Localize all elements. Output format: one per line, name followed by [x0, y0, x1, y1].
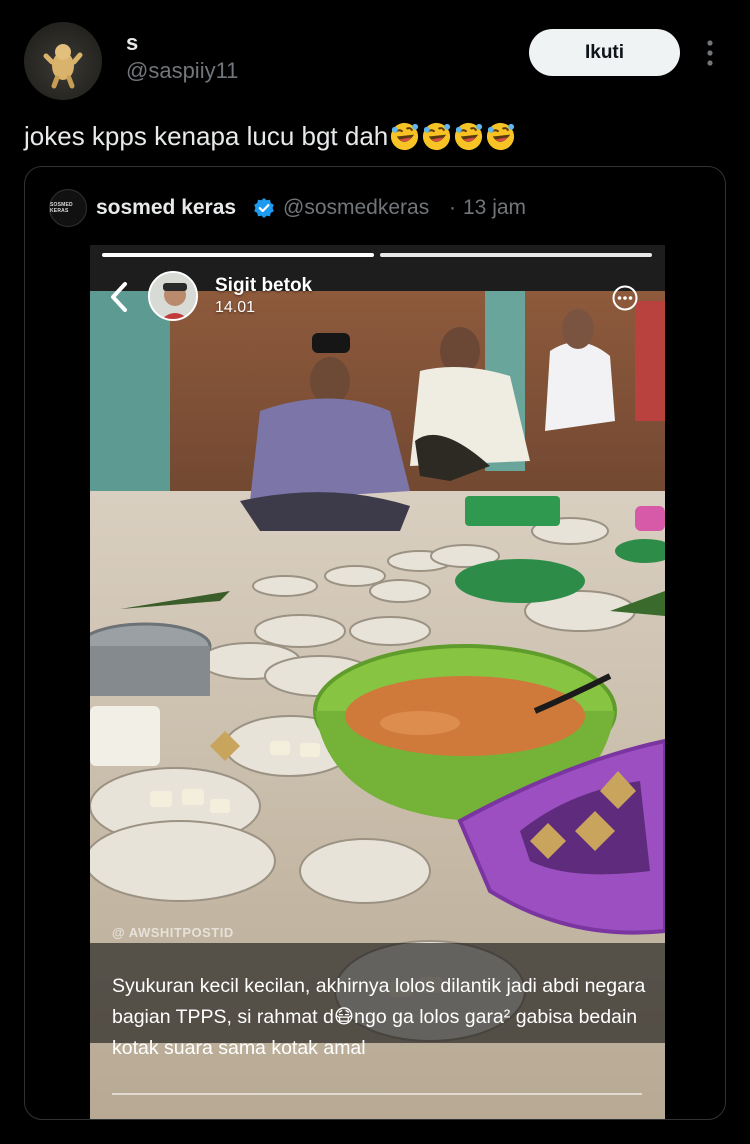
story-bottom-divider — [112, 1093, 642, 1095]
emoji-row — [389, 121, 517, 152]
back-arrow-icon[interactable] — [108, 281, 130, 313]
separator-dot: · — [449, 196, 456, 219]
follow-button[interactable]: Ikuti — [529, 29, 680, 76]
avatar-figure-icon — [43, 44, 83, 89]
quoted-timestamp[interactable]: 13 jam — [463, 196, 526, 220]
rolling-laughing-emoji-icon — [423, 122, 451, 150]
quoted-tweet-card[interactable]: SOSMED KERAS sosmed keras @sosmedkeras ·… — [24, 166, 726, 1120]
story-image[interactable]: Sigit betok 14.01 @ AWSHITPOSTID Syukura… — [90, 245, 665, 1119]
story-user-avatar[interactable] — [148, 271, 198, 321]
tweet-header: s @saspiiy11 Ikuti — [0, 0, 750, 110]
story-progress-segment-1 — [102, 253, 374, 257]
author-name[interactable]: s — [126, 30, 138, 56]
story-time: 14.01 — [215, 299, 256, 316]
tweet-text: jokes kpps kenapa lucu bgt dah — [24, 116, 517, 156]
rolling-laughing-emoji-icon — [487, 122, 515, 150]
quoted-author-avatar[interactable]: SOSMED KERAS — [49, 189, 87, 227]
watermark-text: @ AWSHITPOSTID — [112, 925, 234, 940]
author-handle[interactable]: @saspiiy11 — [126, 58, 238, 84]
story-caption: Syukuran kecil kecilan, akhirnya lolos d… — [112, 975, 646, 1059]
story-username[interactable]: Sigit betok — [215, 275, 312, 297]
rolling-laughing-emoji-icon — [391, 122, 419, 150]
verified-badge-icon — [254, 198, 274, 218]
more-options-icon[interactable] — [698, 36, 722, 70]
quoted-author-name[interactable]: sosmed keras — [96, 196, 236, 220]
quoted-author-handle[interactable]: @sosmedkeras — [283, 196, 429, 220]
tweet-text-content: jokes kpps kenapa lucu bgt dah — [24, 121, 389, 151]
story-more-options-icon[interactable] — [612, 285, 638, 311]
author-avatar[interactable] — [24, 22, 102, 100]
story-progress-segment-2 — [380, 253, 652, 257]
rolling-laughing-emoji-icon — [455, 122, 483, 150]
